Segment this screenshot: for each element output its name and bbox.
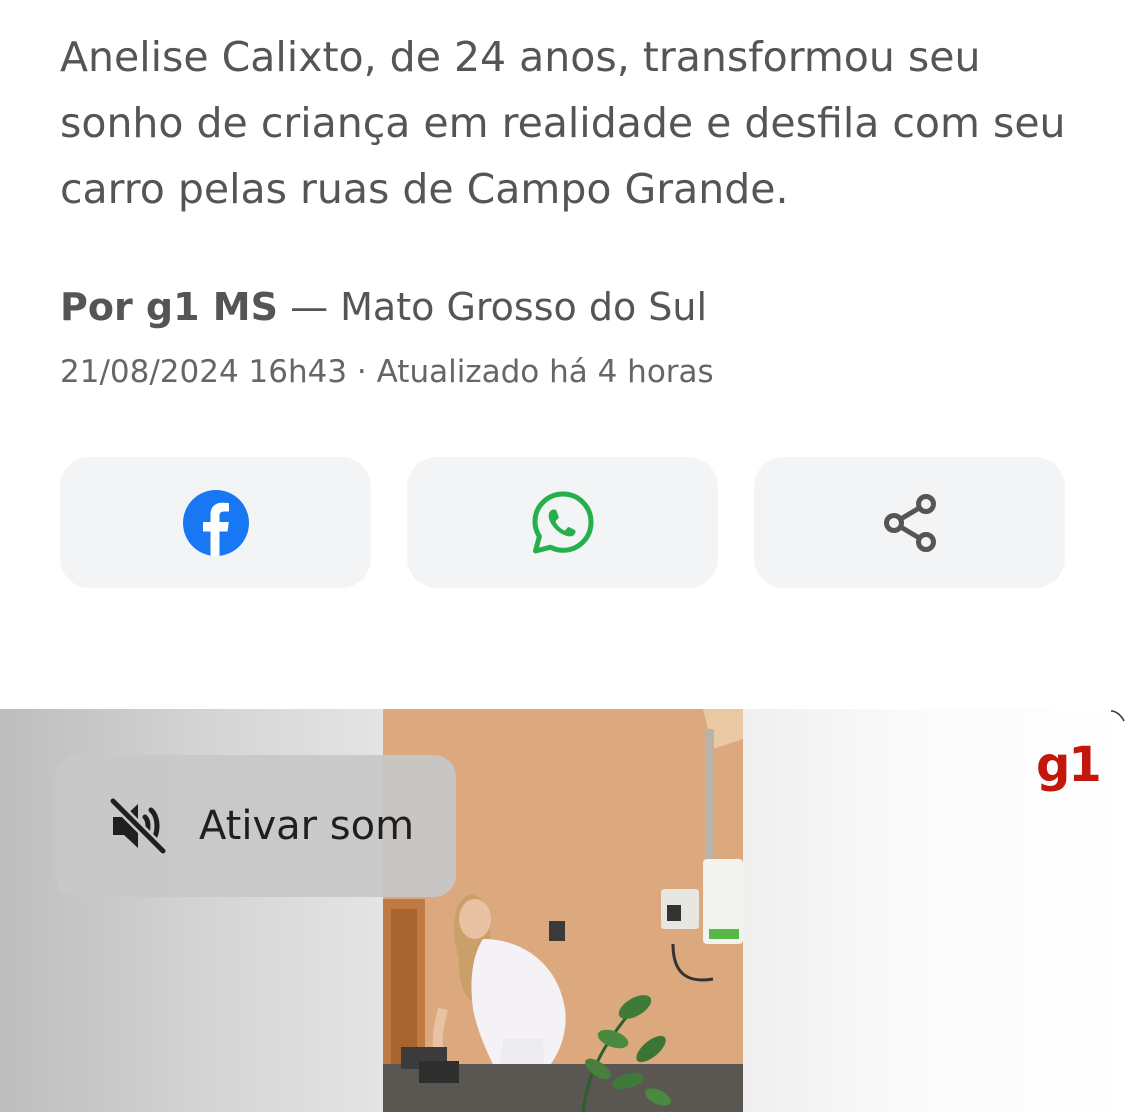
facebook-icon xyxy=(182,489,249,556)
g1-logo: g1 xyxy=(1036,737,1102,793)
publish-date: 21/08/2024 16h43 xyxy=(60,354,348,390)
share-whatsapp-button[interactable] xyxy=(407,457,718,588)
volume-mute-icon xyxy=(107,795,169,857)
byline-author: Por g1 MS xyxy=(60,285,278,329)
share-facebook-button[interactable] xyxy=(60,457,371,588)
corner-decoration xyxy=(1111,710,1125,722)
video-player[interactable]: Ativar som g1 xyxy=(0,709,1125,1112)
byline: Por g1 MS — Mato Grosso do Sul xyxy=(60,282,707,332)
byline-location: — Mato Grosso do Sul xyxy=(277,285,708,329)
publish-meta: 21/08/2024 16h43 · Atualizado há 4 horas xyxy=(60,350,714,394)
share-bar xyxy=(60,457,1065,588)
share-icon xyxy=(878,491,942,555)
whatsapp-icon xyxy=(529,489,597,557)
unmute-label: Ativar som xyxy=(199,803,415,849)
article-summary: Anelise Calixto, de 24 anos, transformou… xyxy=(60,33,1066,213)
updated-time: · Atualizado há 4 horas xyxy=(347,354,714,390)
share-more-button[interactable] xyxy=(754,457,1065,588)
unmute-button[interactable]: Ativar som xyxy=(55,755,456,897)
